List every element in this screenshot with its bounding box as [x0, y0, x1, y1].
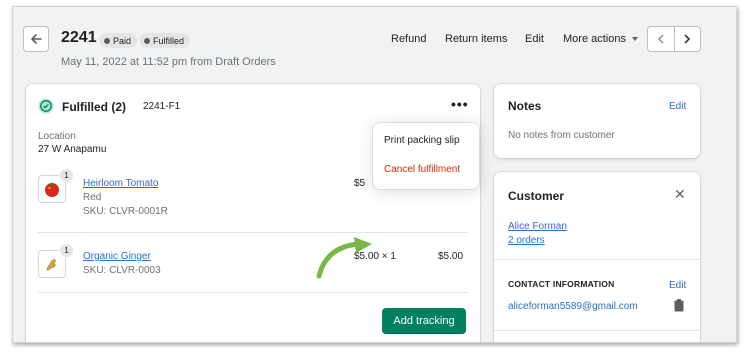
customer-email-link[interactable]: aliceforman5589@gmail.com: [508, 301, 638, 312]
product-link[interactable]: Organic Ginger: [83, 251, 151, 262]
fulfillment-status-badge: Fulfilled: [139, 33, 191, 48]
section-divider: [494, 259, 700, 260]
line-total: $5.00: [438, 251, 464, 262]
unit-price: $5: [354, 178, 366, 189]
order-number: 2241: [61, 29, 97, 46]
order-subtitle: May 11, 2022 at 11:52 pm from Draft Orde…: [61, 56, 276, 68]
product-sku: SKU: CLVR-0001R: [83, 206, 168, 217]
item-divider: [38, 232, 468, 233]
quantity-badge: 1: [59, 243, 74, 258]
print-packing-slip-item[interactable]: Print packing slip: [384, 135, 460, 146]
badge-label: Fulfilled: [153, 35, 185, 46]
previous-order-button[interactable]: [648, 27, 674, 51]
order-page: 2241 Paid Fulfilled May 11, 2022 at 11:5…: [12, 6, 737, 343]
close-icon[interactable]: ✕: [674, 186, 686, 203]
status-dot-icon: [104, 37, 110, 44]
customer-orders-link[interactable]: 2 orders: [508, 235, 545, 246]
quantity-badge: 1: [59, 168, 74, 183]
more-options-icon[interactable]: •••: [451, 97, 469, 111]
product-variant: Red: [83, 192, 102, 203]
customer-title: Customer: [508, 189, 565, 203]
fulfillment-actions-menu: Print packing slip Cancel fulfillment: [373, 123, 479, 189]
return-items-button[interactable]: Return items: [445, 33, 507, 45]
fulfillment-card: Fulfilled (2) 2241-F1 ••• Location 27 W …: [26, 84, 480, 342]
fulfilled-check-icon: [38, 98, 54, 114]
section-divider: [494, 330, 700, 331]
notes-card: Notes Edit No notes from customer: [494, 84, 700, 158]
arrow-left-icon: [31, 34, 42, 44]
contact-information-heading: CONTACT INFORMATION: [508, 279, 615, 289]
edit-contact-link[interactable]: Edit: [669, 280, 686, 291]
refund-button[interactable]: Refund: [391, 33, 426, 45]
more-actions-label: More actions: [563, 33, 626, 45]
ginger-icon: [46, 259, 56, 271]
notes-empty-text: No notes from customer: [508, 130, 615, 141]
annotation-arrow-icon: [316, 237, 372, 279]
customer-name-link[interactable]: Alice Forman: [508, 221, 567, 232]
payment-status-badge: Paid: [99, 33, 138, 48]
cancel-fulfillment-item[interactable]: Cancel fulfillment: [384, 164, 460, 175]
product-sku: SKU: CLVR-0003: [83, 265, 161, 276]
notes-title: Notes: [508, 99, 542, 113]
item-divider: [38, 292, 468, 293]
next-order-button[interactable]: [675, 27, 701, 51]
fulfillment-title: Fulfilled (2): [62, 100, 126, 114]
location-label: Location: [38, 131, 76, 142]
chevron-right-icon: [684, 34, 691, 44]
status-dot-icon: [144, 37, 150, 44]
more-actions-button[interactable]: More actions: [563, 33, 638, 45]
back-button[interactable]: [23, 26, 49, 52]
customer-card: Customer ✕ Alice Forman 2 orders CONTACT…: [494, 172, 700, 342]
fulfillment-id: 2241-F1: [143, 101, 181, 112]
order-pagination: [647, 26, 701, 52]
product-link[interactable]: Heirloom Tomato: [83, 178, 158, 189]
tomato-icon: [45, 182, 59, 197]
add-tracking-button[interactable]: Add tracking: [382, 308, 466, 334]
edit-notes-link[interactable]: Edit: [669, 101, 686, 112]
chevron-left-icon: [657, 34, 664, 44]
location-value: 27 W Anapamu: [38, 144, 107, 155]
caret-down-icon: [631, 37, 638, 41]
badge-label: Paid: [113, 35, 132, 46]
edit-order-button[interactable]: Edit: [525, 33, 544, 45]
clipboard-icon[interactable]: [674, 299, 684, 312]
